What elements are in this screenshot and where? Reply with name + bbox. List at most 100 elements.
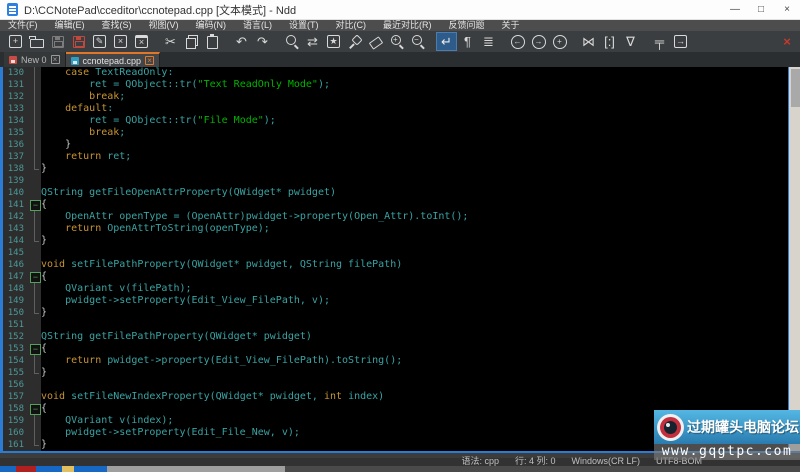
line-number[interactable]: 156 bbox=[3, 379, 29, 391]
bracket-pair-icon[interactable]: [:] bbox=[599, 32, 620, 51]
zoom-out-icon[interactable]: − bbox=[407, 32, 428, 51]
taskbar-folder-button[interactable] bbox=[62, 466, 74, 472]
bookmark-doc-icon[interactable]: ★ bbox=[323, 32, 344, 51]
menu-item[interactable]: 编码(N) bbox=[196, 20, 227, 31]
line-number[interactable]: 160 bbox=[3, 427, 29, 439]
copy-icon[interactable] bbox=[181, 32, 202, 51]
maximize-button[interactable]: □ bbox=[748, 0, 774, 19]
menu-item[interactable]: 设置(T) bbox=[289, 20, 319, 31]
taskbar-red-button[interactable] bbox=[16, 466, 36, 472]
menu-item[interactable]: 编辑(E) bbox=[55, 20, 85, 31]
line-number[interactable]: 141 bbox=[3, 199, 29, 211]
line-number[interactable]: 138 bbox=[3, 163, 29, 175]
line-number[interactable]: 133 bbox=[3, 103, 29, 115]
redo-icon[interactable]: ↷ bbox=[252, 32, 273, 51]
line-number[interactable]: 153 bbox=[3, 343, 29, 355]
indent-guide-icon[interactable]: ≣ bbox=[478, 32, 499, 51]
line-number[interactable]: 140 bbox=[3, 187, 29, 199]
save-as-icon[interactable]: ✎ bbox=[89, 32, 110, 51]
clear-mark-eraser-icon[interactable] bbox=[365, 32, 386, 51]
show-symbol-icon[interactable]: ¶ bbox=[457, 32, 478, 51]
vertical-scrollbar-thumb[interactable] bbox=[790, 69, 800, 107]
mirror-compare-icon[interactable]: ⋈ bbox=[578, 32, 599, 51]
doc-convert-icon[interactable]: → bbox=[670, 32, 691, 51]
fold-collapse-icon[interactable] bbox=[29, 343, 41, 355]
toolbar-close-icon[interactable]: × bbox=[774, 34, 800, 49]
fold-collapse-icon[interactable] bbox=[29, 403, 41, 415]
line-number[interactable]: 131 bbox=[3, 79, 29, 91]
menu-item[interactable]: 关于 bbox=[502, 20, 520, 31]
line-number[interactable]: 146 bbox=[3, 259, 29, 271]
taskbar-window-button[interactable] bbox=[107, 466, 285, 472]
code-text: pwidget->setProperty(Edit_File_New, v); bbox=[41, 427, 300, 438]
code-line: 130 case TextReadOnly: bbox=[3, 67, 800, 79]
menu-item[interactable]: 文件(F) bbox=[8, 20, 38, 31]
code-line: 137 return ret; bbox=[3, 151, 800, 163]
line-number[interactable]: 139 bbox=[3, 175, 29, 187]
line-number[interactable]: 142 bbox=[3, 211, 29, 223]
menu-item[interactable]: 视图(V) bbox=[149, 20, 179, 31]
line-number[interactable]: 143 bbox=[3, 223, 29, 235]
open-folder-icon[interactable] bbox=[26, 32, 47, 51]
code-editor[interactable]: 130 case TextReadOnly: 131 ret = QObject:… bbox=[0, 67, 800, 451]
code-text: QVariant v(index); bbox=[41, 415, 174, 426]
line-number[interactable]: 134 bbox=[3, 115, 29, 127]
nav-back-icon[interactable]: ← bbox=[507, 32, 528, 51]
fold-collapse-icon[interactable] bbox=[29, 199, 41, 211]
cut-icon[interactable]: ✂ bbox=[160, 32, 181, 51]
code-text: { bbox=[41, 199, 48, 210]
minimize-button[interactable]: — bbox=[722, 0, 748, 19]
camera-lens-icon bbox=[657, 413, 684, 441]
menu-item[interactable]: 最近对比(R) bbox=[383, 20, 432, 31]
line-number[interactable]: 135 bbox=[3, 127, 29, 139]
line-number[interactable]: 157 bbox=[3, 391, 29, 403]
line-number[interactable]: 150 bbox=[3, 307, 29, 319]
code-line: 148 QVariant v(filePath); bbox=[3, 283, 800, 295]
nav-forward-icon[interactable]: → bbox=[528, 32, 549, 51]
line-number[interactable]: 137 bbox=[3, 151, 29, 163]
function-tree-icon[interactable]: ╤ bbox=[649, 32, 670, 51]
menu-item[interactable]: 查找(S) bbox=[102, 20, 132, 31]
new-file-icon[interactable]: + bbox=[5, 32, 26, 51]
line-number[interactable]: 161 bbox=[3, 439, 29, 451]
menu-item[interactable]: 反馈问题 bbox=[449, 20, 485, 31]
tab-close-icon[interactable]: × bbox=[145, 56, 155, 65]
close-button[interactable]: × bbox=[774, 0, 800, 19]
line-number[interactable]: 158 bbox=[3, 403, 29, 415]
paste-icon[interactable] bbox=[202, 32, 223, 51]
line-number[interactable]: 148 bbox=[3, 283, 29, 295]
tab-close-icon[interactable]: × bbox=[50, 55, 60, 64]
watermark-banner: 过期罐头电脑论坛 bbox=[654, 410, 800, 444]
tab-new-0[interactable]: New 0 × bbox=[4, 52, 66, 67]
line-number[interactable]: 154 bbox=[3, 355, 29, 367]
fold-collapse-icon[interactable] bbox=[29, 271, 41, 283]
save-all-icon[interactable] bbox=[68, 32, 89, 51]
line-number[interactable]: 147 bbox=[3, 271, 29, 283]
find-in-file-icon[interactable] bbox=[281, 32, 302, 51]
line-number[interactable]: 145 bbox=[3, 247, 29, 259]
fold-margin bbox=[29, 259, 41, 271]
line-number[interactable]: 149 bbox=[3, 295, 29, 307]
close-doc-icon[interactable]: × bbox=[110, 32, 131, 51]
pin-icon[interactable] bbox=[344, 32, 365, 51]
vertical-scrollbar[interactable] bbox=[788, 67, 800, 451]
save-icon[interactable] bbox=[47, 32, 68, 51]
filter-icon[interactable]: ∇ bbox=[620, 32, 641, 51]
line-number[interactable]: 159 bbox=[3, 415, 29, 427]
line-number[interactable]: 151 bbox=[3, 319, 29, 331]
undo-icon[interactable]: ↶ bbox=[231, 32, 252, 51]
locate-icon[interactable]: + bbox=[549, 32, 570, 51]
zoom-in-icon[interactable]: + bbox=[386, 32, 407, 51]
line-number[interactable]: 152 bbox=[3, 331, 29, 343]
tab-ccnotepad-cpp[interactable]: ccnotepad.cpp × bbox=[65, 52, 161, 67]
word-wrap-icon[interactable]: ↵ bbox=[436, 32, 457, 51]
menu-item[interactable]: 语言(L) bbox=[243, 20, 272, 31]
line-number[interactable]: 144 bbox=[3, 235, 29, 247]
menu-item[interactable]: 对比(C) bbox=[336, 20, 367, 31]
line-number[interactable]: 132 bbox=[3, 91, 29, 103]
line-number[interactable]: 130 bbox=[3, 67, 29, 79]
replace-icon[interactable]: ⇄ bbox=[302, 32, 323, 51]
close-all-icon[interactable]: × bbox=[131, 32, 152, 51]
line-number[interactable]: 136 bbox=[3, 139, 29, 151]
line-number[interactable]: 155 bbox=[3, 367, 29, 379]
